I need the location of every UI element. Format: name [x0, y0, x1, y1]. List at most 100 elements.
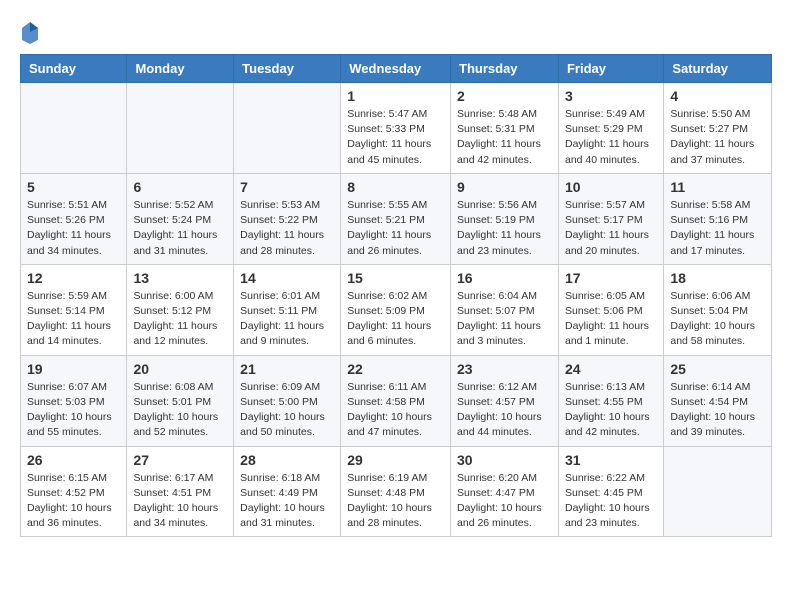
calendar-cell: 21 Sunrise: 6:09 AM Sunset: 5:00 PM Dayli…: [234, 355, 341, 446]
calendar-cell: [21, 83, 127, 174]
weekday-header-saturday: Saturday: [664, 55, 772, 83]
day-number: 4: [670, 88, 765, 104]
day-number: 5: [27, 179, 120, 195]
day-number: 2: [457, 88, 552, 104]
day-info: Sunrise: 6:17 AM Sunset: 4:51 PM Dayligh…: [133, 471, 227, 532]
calendar-table: SundayMondayTuesdayWednesdayThursdayFrid…: [20, 54, 772, 537]
calendar-cell: [664, 446, 772, 537]
logo-icon: [20, 20, 40, 44]
weekday-header-tuesday: Tuesday: [234, 55, 341, 83]
day-number: 14: [240, 270, 334, 286]
weekday-header-monday: Monday: [127, 55, 234, 83]
calendar-cell: 25 Sunrise: 6:14 AM Sunset: 4:54 PM Dayli…: [664, 355, 772, 446]
calendar-cell: 14 Sunrise: 6:01 AM Sunset: 5:11 PM Dayli…: [234, 264, 341, 355]
day-number: 20: [133, 361, 227, 377]
day-info: Sunrise: 5:56 AM Sunset: 5:19 PM Dayligh…: [457, 198, 552, 259]
day-info: Sunrise: 5:51 AM Sunset: 5:26 PM Dayligh…: [27, 198, 120, 259]
day-number: 31: [565, 452, 657, 468]
logo: [20, 20, 44, 44]
day-info: Sunrise: 6:05 AM Sunset: 5:06 PM Dayligh…: [565, 289, 657, 350]
day-info: Sunrise: 5:50 AM Sunset: 5:27 PM Dayligh…: [670, 107, 765, 168]
day-number: 7: [240, 179, 334, 195]
day-info: Sunrise: 5:59 AM Sunset: 5:14 PM Dayligh…: [27, 289, 120, 350]
calendar-cell: 11 Sunrise: 5:58 AM Sunset: 5:16 PM Dayli…: [664, 173, 772, 264]
day-number: 12: [27, 270, 120, 286]
day-number: 1: [347, 88, 444, 104]
day-number: 15: [347, 270, 444, 286]
calendar-week-row: 5 Sunrise: 5:51 AM Sunset: 5:26 PM Daylig…: [21, 173, 772, 264]
day-info: Sunrise: 6:06 AM Sunset: 5:04 PM Dayligh…: [670, 289, 765, 350]
day-number: 18: [670, 270, 765, 286]
calendar-cell: 20Sunrise: 6:08 AM Sunset: 5:01 PM Dayli…: [127, 355, 234, 446]
calendar-cell: 6 Sunrise: 5:52 AM Sunset: 5:24 PM Daylig…: [127, 173, 234, 264]
calendar-cell: 24 Sunrise: 6:13 AM Sunset: 4:55 PM Dayli…: [558, 355, 663, 446]
day-number: 10: [565, 179, 657, 195]
weekday-header-sunday: Sunday: [21, 55, 127, 83]
calendar-week-row: 12 Sunrise: 5:59 AM Sunset: 5:14 PM Dayli…: [21, 264, 772, 355]
calendar-cell: 12 Sunrise: 5:59 AM Sunset: 5:14 PM Dayli…: [21, 264, 127, 355]
calendar-week-row: 26Sunrise: 6:15 AM Sunset: 4:52 PM Dayli…: [21, 446, 772, 537]
calendar-cell: 16 Sunrise: 6:04 AM Sunset: 5:07 PM Dayli…: [451, 264, 559, 355]
day-info: Sunrise: 5:55 AM Sunset: 5:21 PM Dayligh…: [347, 198, 444, 259]
weekday-header-wednesday: Wednesday: [341, 55, 451, 83]
day-number: 29: [347, 452, 444, 468]
weekday-header-friday: Friday: [558, 55, 663, 83]
calendar-cell: 2Sunrise: 5:48 AM Sunset: 5:31 PM Daylig…: [451, 83, 559, 174]
day-info: Sunrise: 6:11 AM Sunset: 4:58 PM Dayligh…: [347, 380, 444, 441]
day-number: 23: [457, 361, 552, 377]
day-info: Sunrise: 5:58 AM Sunset: 5:16 PM Dayligh…: [670, 198, 765, 259]
calendar-cell: 17Sunrise: 6:05 AM Sunset: 5:06 PM Dayli…: [558, 264, 663, 355]
day-number: 9: [457, 179, 552, 195]
day-info: Sunrise: 6:14 AM Sunset: 4:54 PM Dayligh…: [670, 380, 765, 441]
calendar-cell: 29 Sunrise: 6:19 AM Sunset: 4:48 PM Dayli…: [341, 446, 451, 537]
day-info: Sunrise: 6:09 AM Sunset: 5:00 PM Dayligh…: [240, 380, 334, 441]
calendar-cell: [234, 83, 341, 174]
day-info: Sunrise: 6:13 AM Sunset: 4:55 PM Dayligh…: [565, 380, 657, 441]
day-number: 22: [347, 361, 444, 377]
day-number: 28: [240, 452, 334, 468]
day-number: 11: [670, 179, 765, 195]
day-number: 25: [670, 361, 765, 377]
calendar-cell: 8 Sunrise: 5:55 AM Sunset: 5:21 PM Daylig…: [341, 173, 451, 264]
day-info: Sunrise: 6:02 AM Sunset: 5:09 PM Dayligh…: [347, 289, 444, 350]
calendar-week-row: 1Sunrise: 5:47 AM Sunset: 5:33 PM Daylig…: [21, 83, 772, 174]
calendar-cell: 4 Sunrise: 5:50 AM Sunset: 5:27 PM Daylig…: [664, 83, 772, 174]
weekday-header-thursday: Thursday: [451, 55, 559, 83]
day-number: 16: [457, 270, 552, 286]
day-number: 13: [133, 270, 227, 286]
day-number: 27: [133, 452, 227, 468]
day-info: Sunrise: 5:57 AM Sunset: 5:17 PM Dayligh…: [565, 198, 657, 259]
calendar-cell: 22 Sunrise: 6:11 AM Sunset: 4:58 PM Dayli…: [341, 355, 451, 446]
day-info: Sunrise: 6:01 AM Sunset: 5:11 PM Dayligh…: [240, 289, 334, 350]
calendar-cell: 19Sunrise: 6:07 AM Sunset: 5:03 PM Dayli…: [21, 355, 127, 446]
calendar-cell: 26Sunrise: 6:15 AM Sunset: 4:52 PM Dayli…: [21, 446, 127, 537]
calendar-cell: 5 Sunrise: 5:51 AM Sunset: 5:26 PM Daylig…: [21, 173, 127, 264]
day-number: 21: [240, 361, 334, 377]
calendar-cell: 3 Sunrise: 5:49 AM Sunset: 5:29 PM Daylig…: [558, 83, 663, 174]
calendar-cell: [127, 83, 234, 174]
day-number: 3: [565, 88, 657, 104]
calendar-cell: 18 Sunrise: 6:06 AM Sunset: 5:04 PM Dayli…: [664, 264, 772, 355]
day-info: Sunrise: 5:52 AM Sunset: 5:24 PM Dayligh…: [133, 198, 227, 259]
day-info: Sunrise: 6:04 AM Sunset: 5:07 PM Dayligh…: [457, 289, 552, 350]
day-info: Sunrise: 5:49 AM Sunset: 5:29 PM Dayligh…: [565, 107, 657, 168]
day-number: 30: [457, 452, 552, 468]
calendar-cell: 30Sunrise: 6:20 AM Sunset: 4:47 PM Dayli…: [451, 446, 559, 537]
day-info: Sunrise: 6:00 AM Sunset: 5:12 PM Dayligh…: [133, 289, 227, 350]
calendar-cell: 28 Sunrise: 6:18 AM Sunset: 4:49 PM Dayli…: [234, 446, 341, 537]
day-number: 24: [565, 361, 657, 377]
calendar-cell: 10 Sunrise: 5:57 AM Sunset: 5:17 PM Dayli…: [558, 173, 663, 264]
calendar-cell: 1Sunrise: 5:47 AM Sunset: 5:33 PM Daylig…: [341, 83, 451, 174]
calendar-cell: 23 Sunrise: 6:12 AM Sunset: 4:57 PM Dayli…: [451, 355, 559, 446]
calendar-cell: 7 Sunrise: 5:53 AM Sunset: 5:22 PM Daylig…: [234, 173, 341, 264]
day-info: Sunrise: 6:19 AM Sunset: 4:48 PM Dayligh…: [347, 471, 444, 532]
day-number: 8: [347, 179, 444, 195]
calendar-cell: 15 Sunrise: 6:02 AM Sunset: 5:09 PM Dayli…: [341, 264, 451, 355]
weekday-header-row: SundayMondayTuesdayWednesdayThursdayFrid…: [21, 55, 772, 83]
day-number: 6: [133, 179, 227, 195]
day-info: Sunrise: 5:53 AM Sunset: 5:22 PM Dayligh…: [240, 198, 334, 259]
day-info: Sunrise: 6:15 AM Sunset: 4:52 PM Dayligh…: [27, 471, 120, 532]
day-info: Sunrise: 6:18 AM Sunset: 4:49 PM Dayligh…: [240, 471, 334, 532]
day-info: Sunrise: 6:22 AM Sunset: 4:45 PM Dayligh…: [565, 471, 657, 532]
day-info: Sunrise: 6:12 AM Sunset: 4:57 PM Dayligh…: [457, 380, 552, 441]
